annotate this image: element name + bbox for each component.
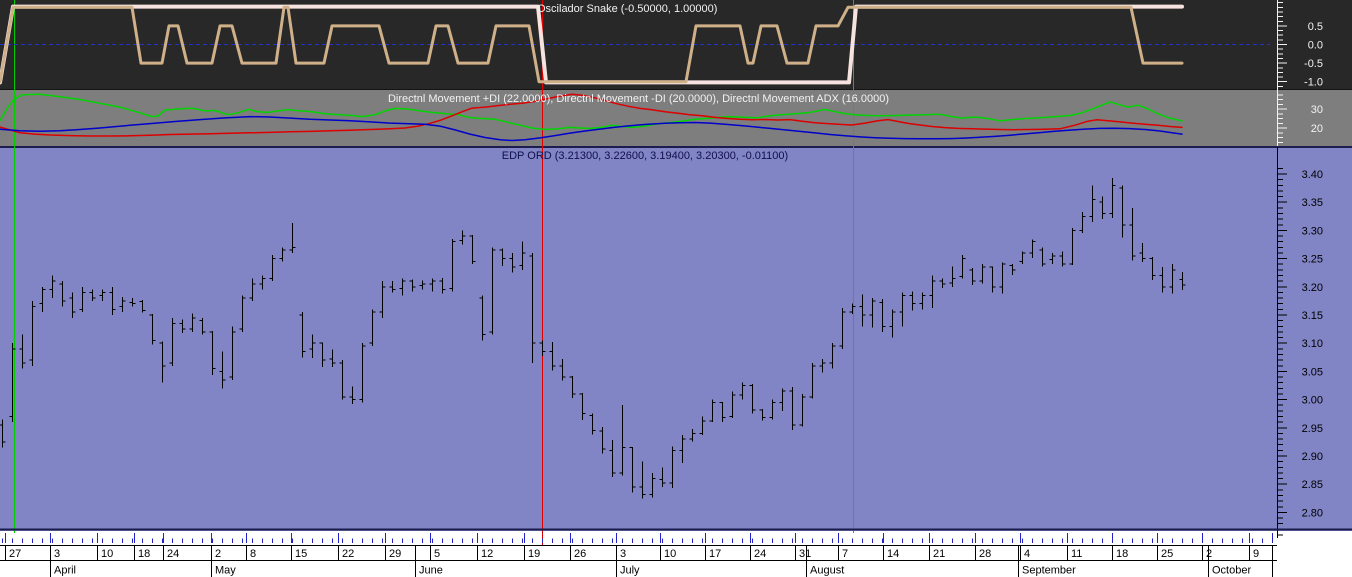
date-label: 9 — [1253, 548, 1259, 560]
date-label: 19 — [528, 548, 540, 560]
price-y-label: 2.85 — [1302, 479, 1323, 491]
price-y-label: 3.10 — [1302, 338, 1323, 350]
month-label: July — [620, 565, 640, 577]
date-label: 18 — [138, 548, 150, 560]
date-label: 11 — [1071, 548, 1082, 560]
month-label: June — [419, 565, 443, 577]
date-label: 3 — [620, 548, 626, 560]
price-y-label: 3.00 — [1302, 395, 1323, 407]
oscillator-y-label: -1.0 — [1304, 77, 1323, 89]
dmi-y-label: 30 — [1311, 104, 1323, 116]
date-label: 12 — [481, 548, 493, 560]
price-y-label: 3.35 — [1302, 197, 1323, 209]
price-y-label: 3.40 — [1302, 169, 1323, 181]
price-y-label: 3.20 — [1302, 282, 1323, 294]
price-y-label: 3.25 — [1302, 254, 1323, 266]
oscillator-y-label: 0.0 — [1308, 40, 1323, 52]
date-label: 24 — [167, 548, 179, 560]
date-label: 24 — [754, 548, 766, 560]
price-y-label: 2.80 — [1302, 507, 1323, 519]
date-label: 5 — [434, 548, 440, 560]
date-label: 15 — [295, 548, 307, 560]
date-label: 2 — [215, 548, 221, 560]
month-label: April — [54, 565, 76, 577]
date-label: 14 — [887, 548, 899, 560]
price-y-label: 3.30 — [1302, 225, 1323, 237]
oscillator-y-label: -0.5 — [1304, 58, 1323, 70]
charting-app-window: 0.5 0.0 -0.5 -1.0 30 20 3.40 3.35 3.30 3.25 3.20 3.… — [0, 0, 1352, 577]
date-label: 25 — [1161, 548, 1173, 560]
date-label: 8 — [250, 548, 256, 560]
date-label: 27 — [9, 548, 21, 560]
date-label: 17 — [709, 548, 721, 560]
price-y-label: 2.95 — [1302, 423, 1323, 435]
price-y-label: 2.90 — [1302, 451, 1323, 463]
ohlc-bars — [0, 177, 1186, 499]
date-label: 28 — [979, 548, 991, 560]
month-label: September — [1022, 565, 1076, 577]
date-label: 26 — [574, 548, 586, 560]
month-label: October — [1212, 565, 1251, 577]
date-label: 10 — [101, 548, 113, 560]
date-label: 29 — [389, 548, 401, 560]
date-label: 10 — [664, 548, 676, 560]
dmi-+DI-line — [0, 93, 1183, 131]
month-label: May — [215, 565, 236, 577]
price-y-label: 3.05 — [1302, 366, 1323, 378]
date-label: 7 — [842, 548, 848, 560]
date-label: 21 — [933, 548, 945, 560]
date-label: 3 — [54, 548, 60, 560]
month-label: August — [810, 565, 844, 577]
date-label: 31 — [799, 548, 811, 560]
oscillator-y-label: 0.5 — [1308, 21, 1323, 33]
date-label: 4 — [1024, 548, 1030, 560]
date-label: 2 — [1206, 548, 1212, 560]
date-label: 22 — [342, 548, 354, 560]
chart-canvas[interactable]: 0.5 0.0 -0.5 -1.0 30 20 3.40 3.35 3.30 3.25 3.20 3.… — [0, 0, 1352, 577]
price-y-label: 3.15 — [1302, 310, 1323, 322]
dmi-y-label: 20 — [1311, 123, 1323, 135]
date-label: 18 — [1116, 548, 1128, 560]
